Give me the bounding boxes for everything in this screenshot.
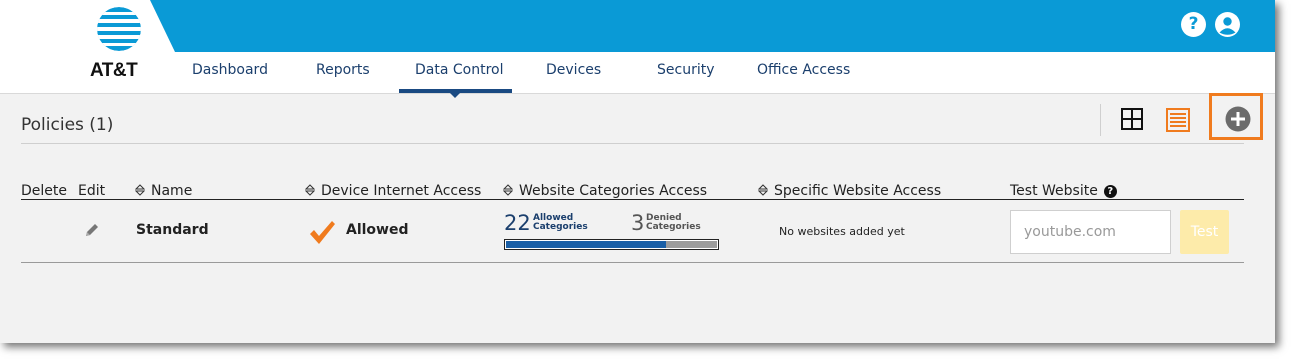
nav-dashboard[interactable]: Dashboard [192,62,268,78]
list-view-icon[interactable] [1166,108,1190,132]
col-test-website: Test Website? [1010,183,1117,199]
progress-track [506,241,717,248]
help-icon[interactable]: ? [1181,12,1206,37]
col-device-access[interactable]: Device Internet Access [305,183,481,199]
title-divider [21,143,1244,144]
col-delete: Delete [21,183,67,199]
top-bar [0,0,1275,52]
page-title: Policies (1) [21,115,114,135]
policy-name[interactable]: Standard [136,222,209,238]
col-test-label: Test Website [1010,183,1098,199]
categories-progress-bar[interactable] [504,239,719,250]
progress-fill [506,241,667,248]
question-icon[interactable]: ? [1103,185,1117,198]
nav-reports[interactable]: Reports [316,62,370,78]
row-divider [21,262,1244,263]
specific-website-status: No websites added yet [779,225,905,238]
col-edit: Edit [78,183,106,199]
edit-pencil-icon[interactable] [83,221,101,239]
col-name[interactable]: Name [135,183,192,199]
test-button[interactable]: Test [1180,210,1229,254]
nav-office-access[interactable]: Office Access [757,62,850,78]
nav-data-control[interactable]: Data Control [415,62,503,78]
allowed-categories-label: Allowed Categories [533,214,588,232]
att-globe-icon[interactable] [95,6,143,52]
denied-label-line2: Categories [646,222,701,232]
logo-area [0,0,175,52]
sort-icon[interactable] [503,184,513,196]
test-website-input[interactable] [1010,210,1171,254]
header-divider [21,199,1244,200]
device-access-status: Allowed [346,222,409,238]
app-frame: AT&T Dashboard Reports Data Control Devi… [0,0,1275,343]
grid-view-icon[interactable] [1121,108,1143,130]
col-name-label: Name [151,183,193,199]
denied-categories-label: Denied Categories [646,214,701,232]
nav-active-caret [449,92,461,98]
toolbar-separator [1100,104,1101,136]
sort-icon[interactable] [305,184,315,196]
nav-security[interactable]: Security [657,62,715,78]
sort-icon[interactable] [758,184,768,196]
col-specific-access[interactable]: Specific Website Access [758,183,941,199]
add-policy-button[interactable] [1225,106,1251,132]
col-specific-label: Specific Website Access [774,183,942,199]
col-device-label: Device Internet Access [321,183,482,199]
sort-icon[interactable] [135,184,145,196]
col-categories-access[interactable]: Website Categories Access [503,183,707,199]
col-categories-label: Website Categories Access [519,183,708,199]
denied-categories-count: 3 [631,211,645,235]
allowed-categories-count: 22 [504,211,531,235]
nav-devices[interactable]: Devices [546,62,601,78]
user-icon[interactable] [1215,12,1240,37]
check-icon [310,221,335,244]
brand-name[interactable]: AT&T [90,60,138,82]
allowed-label-line2: Categories [533,222,588,232]
